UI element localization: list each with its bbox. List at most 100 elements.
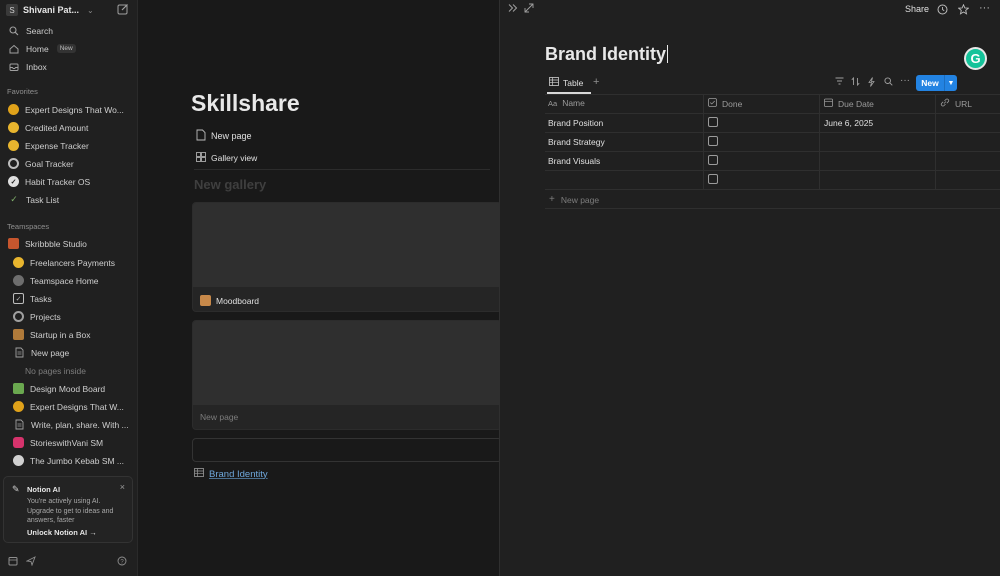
sidebar-item-inbox[interactable]: Inbox (0, 58, 138, 75)
sidebar-item-label: Inbox (26, 61, 47, 72)
sort-icon[interactable] (851, 76, 860, 88)
text-property-icon: Aa (548, 98, 558, 108)
card-title: New page (200, 412, 238, 422)
automation-icon[interactable] (868, 77, 875, 89)
sidebar-item-expense-tracker[interactable]: Expense Tracker (0, 137, 138, 154)
sidebar-item-projects[interactable]: Projects (0, 308, 138, 325)
sidebar-item-jumbo-kebab[interactable]: The Jumbo Kebab SM ... (0, 452, 138, 469)
sidebar-item-freelancers-payments[interactable]: Freelancers Payments (0, 254, 138, 271)
search-icon (8, 25, 20, 37)
table-row-due-date[interactable]: June 6, 2025 (824, 118, 873, 128)
column-header-name[interactable]: Aa Name (548, 98, 585, 108)
page-icon (13, 419, 25, 431)
column-header-url[interactable]: URL (940, 98, 972, 109)
close-peek-icon[interactable] (508, 3, 518, 15)
sidebar-item-write-plan-share[interactable]: Write, plan, share. With ... (0, 416, 138, 433)
close-icon[interactable]: × (120, 482, 125, 492)
sidebar-item-habit-tracker[interactable]: ✓ Habit Tracker OS (0, 173, 138, 190)
share-button[interactable]: Share (905, 4, 929, 14)
new-page-link[interactable]: New page (196, 129, 252, 143)
sunflower-icon (13, 401, 24, 412)
history-icon[interactable] (937, 4, 948, 17)
done-checkbox[interactable] (708, 155, 718, 165)
sidebar-item-goal-tracker[interactable]: Goal Tracker (0, 155, 138, 172)
table-border (545, 170, 1000, 171)
link-icon (940, 98, 950, 109)
sidebar-item-label: Skribbble Studio (25, 238, 87, 249)
sidebar-item-home[interactable]: Home New (0, 40, 138, 57)
more-icon[interactable]: ··· (900, 75, 910, 86)
database-title[interactable]: Brand Identity (545, 44, 669, 65)
sidebar-item-search[interactable]: Search (0, 22, 138, 39)
card-cover (193, 203, 501, 287)
new-page-label: New page (211, 131, 252, 141)
sidebar-item-tasks[interactable]: ✓ Tasks (0, 290, 138, 307)
column-header-done[interactable]: Done (708, 98, 742, 109)
calendar-icon[interactable] (8, 556, 18, 568)
more-icon[interactable]: ··· (979, 2, 990, 14)
table-row-name[interactable]: Brand Visuals (548, 156, 600, 166)
compose-icon[interactable] (117, 3, 129, 15)
card-cover (193, 321, 501, 405)
done-checkbox[interactable] (708, 117, 718, 127)
compass-icon (13, 275, 24, 286)
help-icon[interactable]: ? (117, 556, 127, 568)
star-icon[interactable] (957, 3, 970, 17)
sidebar-item-new-page[interactable]: New page (0, 344, 138, 361)
unlock-notion-ai-link[interactable]: Unlock Notion AI → (27, 528, 97, 537)
sidebar-item-storieswithvani[interactable]: StorieswithVani SM (0, 434, 138, 451)
table-row-name[interactable]: Brand Strategy (548, 137, 605, 147)
send-icon[interactable] (25, 556, 36, 568)
sidebar-item-label: New page (31, 347, 70, 358)
add-new-page-row[interactable]: + New page (549, 194, 599, 205)
column-header-due-date[interactable]: Due Date (824, 98, 874, 109)
sidebar-item-task-list[interactable]: ✓ Task List (0, 191, 138, 208)
sidebar-item-label: Teamspace Home (30, 275, 99, 286)
filter-icon[interactable] (835, 77, 844, 87)
sidebar-item-credited-amount[interactable]: Credited Amount (0, 119, 138, 136)
sidebar-item-design-mood-board[interactable]: Design Mood Board (0, 380, 138, 397)
instagram-icon (13, 437, 24, 448)
divider (194, 169, 490, 170)
box-icon (13, 329, 24, 340)
grammarly-icon[interactable]: G (964, 47, 987, 70)
sidebar-item-expert-designs-2[interactable]: Expert Designs That W... (0, 398, 138, 415)
done-checkbox[interactable] (708, 174, 718, 184)
table-border (545, 151, 1000, 152)
chevron-down-icon: ⌄ (87, 5, 94, 15)
gallery-card-new-page[interactable]: New page (192, 320, 502, 430)
notion-ai-title: Notion AI (27, 485, 61, 494)
card-title: Moodboard (200, 295, 259, 306)
sidebar-item-label: Tasks (30, 293, 52, 304)
gallery-card-moodboard[interactable]: Moodboard (192, 202, 502, 312)
sidebar-item-teamspace-home[interactable]: Teamspace Home (0, 272, 138, 289)
sidebar-item-label: Expert Designs That W... (30, 401, 124, 412)
page-title[interactable]: Skillshare (191, 90, 300, 117)
table-border (545, 94, 1000, 95)
sidebar-item-expert-designs[interactable]: Expert Designs That Wo... (0, 101, 138, 118)
done-checkbox[interactable] (708, 136, 718, 146)
unlock-label: Unlock Notion AI (27, 528, 88, 537)
side-peek-panel: Share ··· Brand Identity G Table + ··· N… (499, 0, 1000, 576)
sidebar-item-label: Task List (26, 194, 60, 205)
checkmark-icon: ✓ (10, 194, 18, 204)
sidebar-item-label: Home (26, 43, 49, 54)
table-row-name[interactable]: Brand Position (548, 118, 603, 128)
column-header-label: URL (955, 98, 973, 109)
gallery-view-tab[interactable]: Gallery view (196, 152, 257, 164)
new-record-button[interactable]: New ▼ (916, 75, 957, 91)
add-view-icon[interactable]: + (593, 76, 599, 88)
sidebar-item-startup-in-a-box[interactable]: Startup in a Box (0, 326, 138, 343)
search-icon[interactable] (884, 77, 893, 88)
sidebar-item-skribbble-studio[interactable]: Skribbble Studio (0, 235, 138, 252)
table-border (545, 132, 1000, 133)
expand-icon[interactable] (524, 3, 534, 15)
brand-identity-link[interactable]: Brand Identity (194, 468, 268, 480)
gallery-icon (196, 152, 206, 164)
workspace-switcher[interactable]: S Shivani Pat... ⌄ (6, 3, 94, 17)
table-view-tab[interactable]: Table (549, 77, 583, 88)
empty-block[interactable] (192, 438, 502, 462)
column-border (935, 94, 936, 189)
chevron-down-icon[interactable]: ▼ (945, 80, 957, 87)
gallery-title[interactable]: New gallery (194, 177, 266, 192)
